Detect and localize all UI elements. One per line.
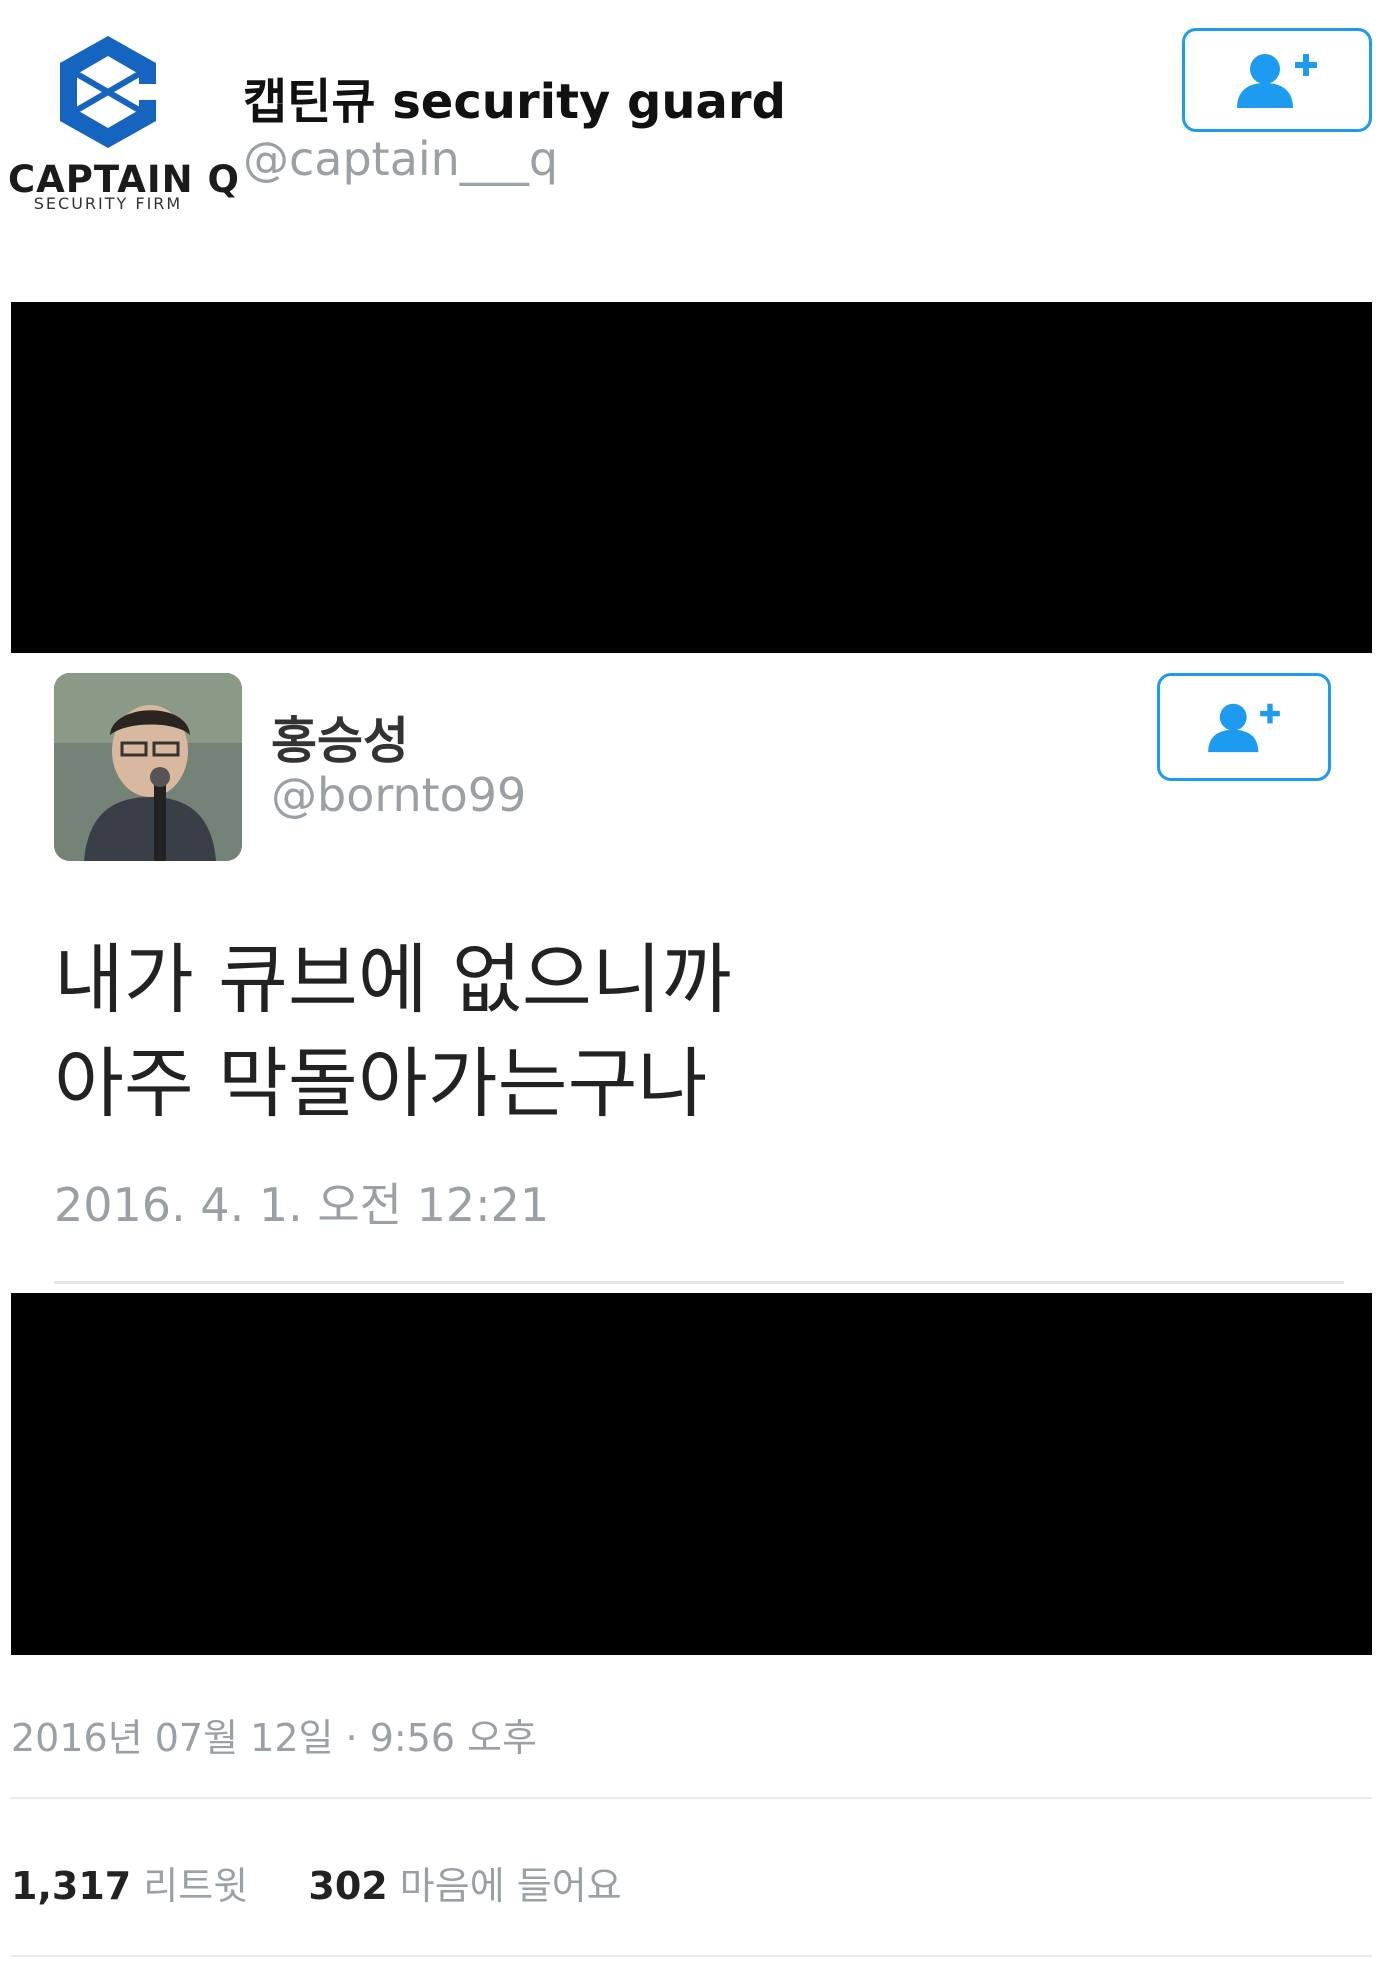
divider <box>11 1797 1372 1799</box>
embedded-avatar <box>54 673 242 861</box>
cube-logo-icon <box>60 36 160 148</box>
embedded-display-name: 홍승성 <box>271 712 409 770</box>
add-user-icon <box>1237 54 1317 108</box>
logo-subtitle-text: SECURITY FIRM <box>33 194 183 213</box>
embedded-timestamp: 2016. 4. 1. 오전 12:21 <box>54 1178 550 1232</box>
account-logo[interactable]: CAPTAIN Q SECURITY FIRM <box>8 30 239 220</box>
like-label[interactable]: 마음에 들어요 <box>400 1864 622 1908</box>
author-display-name[interactable]: 캡틴큐 security guard <box>243 62 786 132</box>
embedded-handle: @bornto99 <box>271 768 527 822</box>
embedded-divider <box>54 1281 1344 1284</box>
retweet-label[interactable]: 리트윗 <box>143 1864 248 1908</box>
like-count[interactable]: 302 <box>308 1864 387 1908</box>
embedded-tweet-text: 내가 큐브에 없으니까 아주 막돌아가는구나 <box>54 935 732 1128</box>
tweet-media-image[interactable]: 홍승성 @bornto99 내가 큐브에 없으니까 아주 막돌아가는구나 201… <box>11 302 1372 1655</box>
follow-button[interactable] <box>1182 28 1372 132</box>
tweet-timestamp[interactable]: 2016년 07월 12일 · 9:56 오후 <box>11 1707 537 1762</box>
add-user-icon <box>1208 703 1280 753</box>
author-handle[interactable]: @captain___q <box>243 132 558 186</box>
embedded-follow-button <box>1157 673 1331 781</box>
retweet-count[interactable]: 1,317 <box>11 1864 131 1908</box>
tweet-stats: 1,317 리트윗 302 마음에 들어요 <box>11 1855 622 1910</box>
divider <box>11 1955 1372 1957</box>
